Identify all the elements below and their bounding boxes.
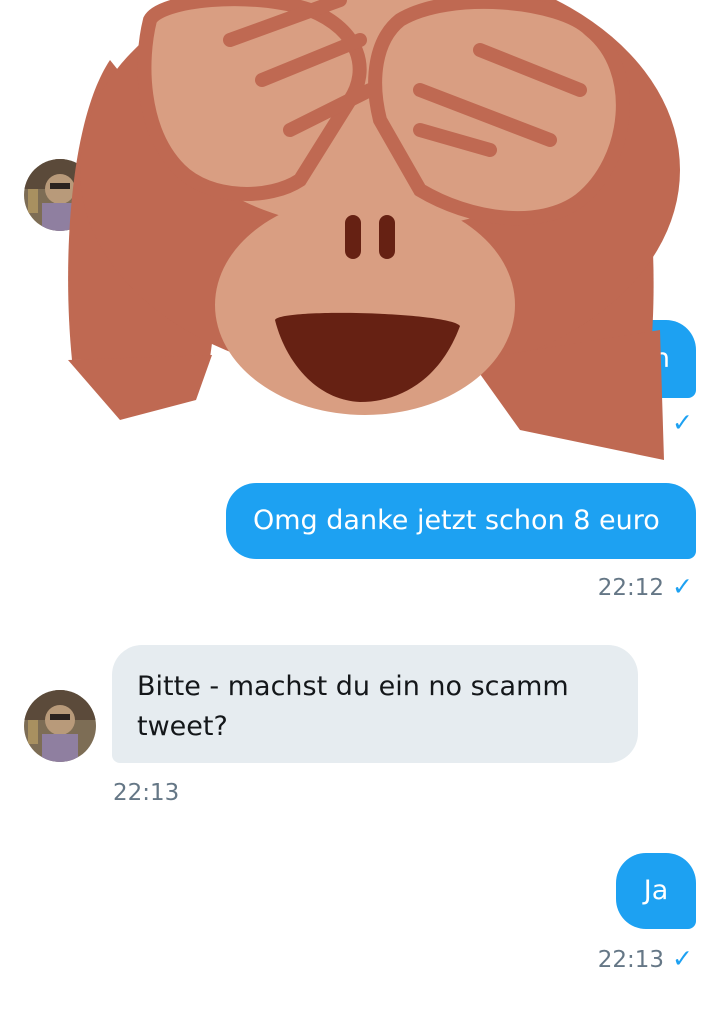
see-no-evil-monkey-emoji-icon [68, 0, 680, 460]
message-meta: 22:12 ✓ [598, 572, 693, 601]
read-check-icon: ✓ [672, 944, 693, 973]
message-text: Bitte - machst du ein no scamm tweet? [137, 671, 569, 742]
message-timestamp: 22:13 [597, 947, 665, 973]
message-bubble-outgoing[interactable]: Ja [616, 853, 696, 929]
message-meta: 22:13 ✓ [598, 944, 693, 973]
message-bubble-incoming[interactable]: Bitte - machst du ein no scamm tweet? [112, 645, 638, 763]
avatar[interactable] [24, 690, 96, 762]
message-text: Ja [643, 875, 669, 906]
message-text: Omg danke jetzt schon 8 euro [253, 505, 660, 536]
dm-conversation: ch 7✓ [0, 0, 719, 1019]
message-bubble-outgoing[interactable]: Omg danke jetzt schon 8 euro [226, 483, 696, 559]
message-timestamp: 22:12 [597, 575, 665, 601]
read-check-icon: ✓ [672, 572, 693, 601]
message-timestamp: 22:13 [113, 780, 180, 806]
